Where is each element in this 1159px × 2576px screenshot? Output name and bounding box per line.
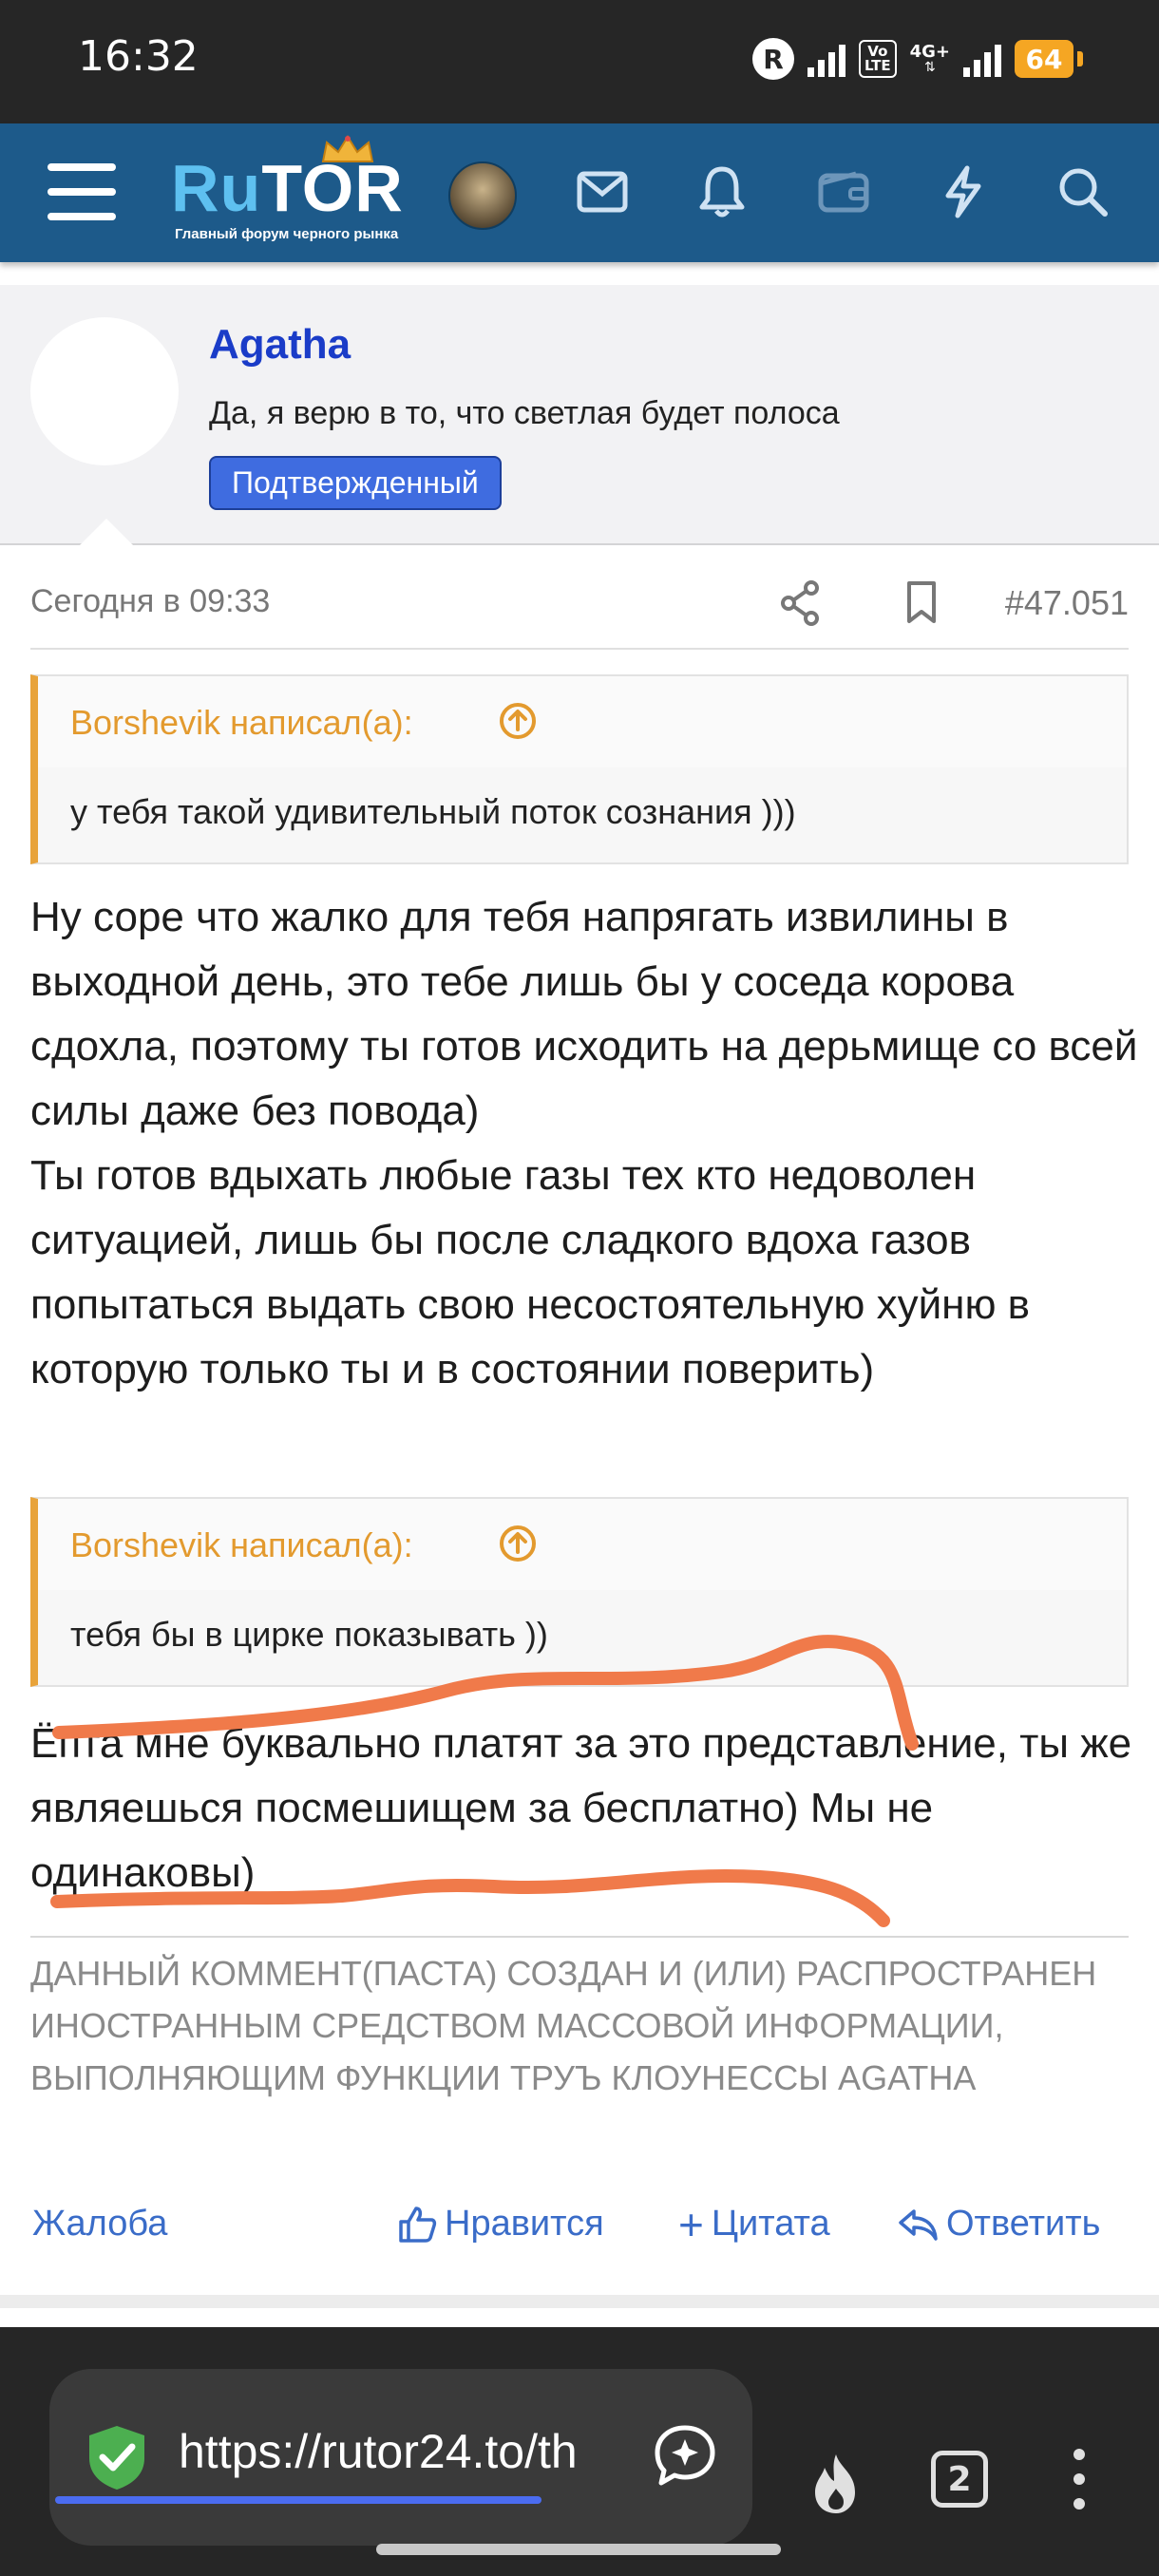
wallet-icon[interactable] bbox=[813, 161, 874, 222]
reply-label: Ответить bbox=[946, 2204, 1101, 2244]
like-label: Нравится bbox=[445, 2204, 604, 2244]
reply-icon bbox=[899, 2208, 938, 2241]
page-load-progress bbox=[55, 2496, 542, 2504]
quote-label: Цитата bbox=[711, 2204, 830, 2244]
bookmark-icon[interactable] bbox=[904, 579, 939, 625]
battery-icon: 64 bbox=[1015, 40, 1083, 78]
post-separator bbox=[0, 2295, 1159, 2308]
post-meta: Сегодня в 09:33 #47.051 bbox=[30, 579, 1129, 633]
plus-icon: + bbox=[678, 2199, 704, 2249]
lightning-icon[interactable] bbox=[933, 161, 994, 222]
post-signature: ДАННЫЙ КОММЕНТ(ПАСТА) СОЗДАН И (ИЛИ) РАС… bbox=[30, 1954, 1097, 2097]
shield-check-icon[interactable] bbox=[84, 2422, 150, 2492]
author-avatar[interactable] bbox=[30, 317, 179, 465]
logo-ru: Ru bbox=[171, 151, 262, 225]
address-bar[interactable]: https://rutor24.to/th bbox=[49, 2369, 752, 2546]
like-button[interactable]: Нравится bbox=[397, 2204, 604, 2245]
search-icon[interactable] bbox=[1053, 161, 1113, 222]
volte-icon: Vo LTE bbox=[859, 40, 897, 78]
post-number[interactable]: #47.051 bbox=[1005, 583, 1129, 623]
tabs-button[interactable]: 2 bbox=[931, 2451, 988, 2508]
more-options-icon[interactable] bbox=[1074, 2449, 1087, 2511]
system-status-bar: 16:32 R Vo LTE 4G+ ⇅ 64 bbox=[0, 0, 1159, 123]
forum-header: RuTOR Главный форум черного рынка bbox=[0, 123, 1159, 262]
signal-icon bbox=[808, 41, 846, 77]
status-icons: R Vo LTE 4G+ ⇅ 64 bbox=[752, 36, 1083, 82]
post-body-text: Ну соре что жалко для тебя напрягать изв… bbox=[30, 894, 1138, 1392]
quote-header[interactable]: Borshevik написал(а): bbox=[38, 1499, 1127, 1590]
signature-divider bbox=[30, 1936, 1129, 1938]
url-text[interactable]: https://rutor24.to/th bbox=[179, 2424, 606, 2479]
crown-icon bbox=[321, 135, 374, 162]
author-name[interactable]: Agatha bbox=[209, 321, 351, 369]
post-date[interactable]: Сегодня в 09:33 bbox=[30, 583, 270, 620]
fire-icon[interactable] bbox=[806, 2451, 866, 2517]
post-author-card: Agatha Да, я верю в то, что светлая буде… bbox=[0, 285, 1159, 545]
share-icon[interactable] bbox=[779, 579, 821, 627]
user-avatar-header[interactable] bbox=[448, 161, 517, 230]
quote-text: у тебя такой удивительный поток сознания… bbox=[70, 792, 796, 831]
quote-block: Borshevik написал(а): у тебя такой удиви… bbox=[30, 674, 1129, 864]
browser-toolbar: https://rutor24.to/th 2 bbox=[0, 2327, 1159, 2576]
report-button[interactable]: Жалоба bbox=[32, 2204, 167, 2245]
network-4g-icon: 4G+ ⇅ bbox=[909, 42, 950, 75]
quote-button[interactable]: + Цитата bbox=[678, 2199, 830, 2249]
signal-icon-2 bbox=[963, 41, 1001, 77]
arrow-up-circle-icon[interactable] bbox=[498, 701, 538, 741]
quote-author[interactable]: Borshevik написал(а): bbox=[70, 1525, 413, 1565]
author-title: Да, я верю в то, что светлая будет полос… bbox=[209, 395, 840, 431]
thumbs-up-icon bbox=[399, 2206, 437, 2243]
quote-author[interactable]: Borshevik написал(а): bbox=[70, 703, 413, 743]
reply-button[interactable]: Ответить bbox=[897, 2204, 1100, 2245]
quote-header[interactable]: Borshevik написал(а): bbox=[38, 676, 1127, 767]
report-label: Жалоба bbox=[32, 2204, 168, 2244]
home-indicator[interactable] bbox=[376, 2544, 781, 2555]
logo-subtitle: Главный форум черного рынка bbox=[175, 226, 399, 242]
arrow-up-circle-icon[interactable] bbox=[498, 1524, 538, 1563]
mail-icon[interactable] bbox=[572, 161, 633, 222]
divider bbox=[30, 648, 1129, 650]
status-time: 16:32 bbox=[78, 32, 199, 81]
bell-icon[interactable] bbox=[692, 161, 752, 222]
verified-badge: Подтвержденный bbox=[209, 456, 502, 510]
annotation-strokes bbox=[50, 1635, 919, 1927]
card-pointer bbox=[80, 519, 133, 545]
r-badge-icon: R bbox=[752, 38, 795, 80]
ai-sparkle-icon[interactable] bbox=[652, 2422, 718, 2489]
site-logo[interactable]: RuTOR Главный форум черного рынка bbox=[171, 135, 418, 245]
menu-icon[interactable] bbox=[48, 163, 116, 220]
network-type: 4G+ bbox=[909, 42, 950, 62]
